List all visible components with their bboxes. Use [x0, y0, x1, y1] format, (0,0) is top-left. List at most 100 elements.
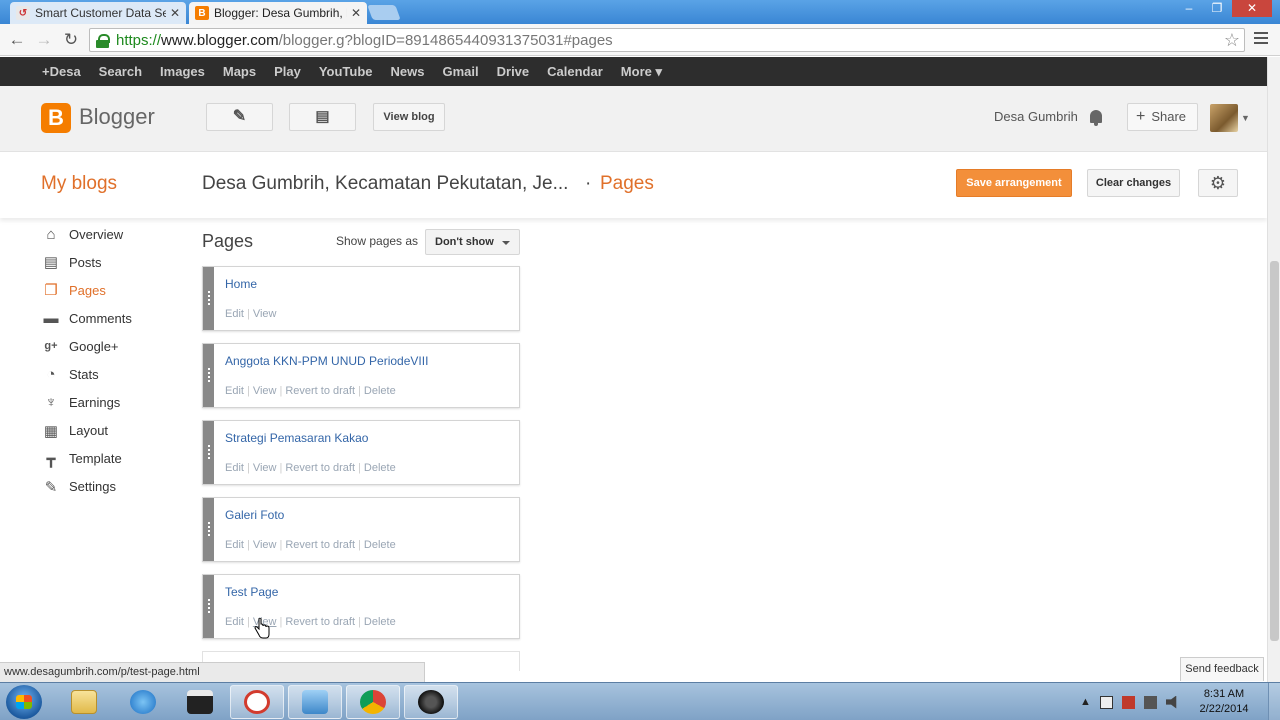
- new-post-button[interactable]: ✎: [206, 103, 273, 131]
- restore-button[interactable]: ❐: [1204, 0, 1230, 17]
- view-blog-button[interactable]: View blog: [373, 103, 445, 131]
- user-name[interactable]: Desa Gumbrih: [994, 109, 1078, 124]
- back-icon[interactable]: ←: [7, 30, 27, 50]
- view-link[interactable]: View: [253, 462, 277, 474]
- gbar-link-more[interactable]: More ▾: [621, 64, 662, 80]
- edit-link[interactable]: Edit: [225, 385, 244, 397]
- delete-link[interactable]: Delete: [364, 616, 396, 628]
- sidebar-item-earnings[interactable]: ♆ Earnings: [41, 389, 191, 417]
- drag-handle[interactable]: [203, 498, 214, 561]
- drag-handle[interactable]: [203, 344, 214, 407]
- gbar-link-maps[interactable]: Maps: [223, 64, 256, 79]
- bookmark-star-icon[interactable]: ☆: [1224, 29, 1240, 51]
- edit-link[interactable]: Edit: [225, 462, 244, 474]
- settings-gear-button[interactable]: ⚙: [1198, 169, 1238, 197]
- windows-start-icon[interactable]: [6, 685, 42, 719]
- sidebar-item-pages[interactable]: ❐ Pages: [41, 276, 191, 304]
- page-title-link[interactable]: Strategi Pemasaran Kakao: [225, 431, 368, 445]
- close-window-button[interactable]: ✕: [1232, 0, 1272, 17]
- gbar-link-gmail[interactable]: Gmail: [443, 64, 479, 79]
- edit-link[interactable]: Edit: [225, 539, 244, 551]
- delete-link[interactable]: Delete: [364, 539, 396, 551]
- browser-tab-blogger[interactable]: B Blogger: Desa Gumbrih, K ✕: [189, 2, 367, 24]
- drag-handle[interactable]: [203, 575, 214, 638]
- my-blogs-link[interactable]: My blogs: [41, 173, 117, 195]
- remote-desktop-icon[interactable]: [288, 685, 342, 719]
- sidebar-item-template[interactable]: ┳ Template: [41, 445, 191, 473]
- file-explorer-icon[interactable]: [57, 685, 111, 719]
- app-icon[interactable]: [230, 685, 284, 719]
- address-bar[interactable]: https:// www.blogger.com /blogger.g?blog…: [89, 28, 1245, 52]
- internet-explorer-icon[interactable]: [116, 685, 170, 719]
- page-card[interactable]: Strategi Pemasaran Kakao Edit | View | Rever…: [202, 420, 520, 485]
- gbar-link-calendar[interactable]: Calendar: [547, 64, 603, 79]
- flag-icon[interactable]: [1121, 695, 1135, 709]
- notification-bell-icon[interactable]: [1088, 109, 1104, 127]
- delete-link[interactable]: Delete: [364, 385, 396, 397]
- drag-handle[interactable]: [203, 421, 214, 484]
- chrome-icon[interactable]: [346, 685, 400, 719]
- gbar-link-youtube[interactable]: YouTube: [319, 64, 373, 79]
- blog-title[interactable]: Desa Gumbrih, Kecamatan Pekutatan, Je...: [202, 173, 568, 195]
- show-hidden-icons-icon[interactable]: ▲: [1080, 696, 1091, 708]
- network-icon[interactable]: [1143, 695, 1157, 709]
- clock[interactable]: 8:31 AM 2/22/2014: [1193, 687, 1255, 717]
- obs-icon[interactable]: [404, 685, 458, 719]
- page-title-link[interactable]: Galeri Foto: [225, 508, 284, 522]
- clear-changes-button[interactable]: Clear changes: [1087, 169, 1180, 197]
- page-card[interactable]: Test Page Edit | View | Revert to draft | Dele…: [202, 574, 520, 639]
- save-arrangement-button[interactable]: Save arrangement: [956, 169, 1072, 197]
- view-link[interactable]: View: [253, 385, 277, 397]
- new-tab-button[interactable]: [367, 5, 401, 20]
- page-title-link[interactable]: Home: [225, 277, 257, 291]
- show-pages-dropdown[interactable]: Don't show: [425, 229, 520, 255]
- sidebar-item-overview[interactable]: ⌂ Overview: [41, 220, 191, 248]
- revert-to-draft-link[interactable]: Revert to draft: [285, 539, 355, 551]
- tab-close-icon[interactable]: ✕: [170, 6, 180, 20]
- edit-link[interactable]: Edit: [225, 308, 244, 320]
- forward-icon[interactable]: →: [34, 30, 54, 50]
- sidebar-item-settings[interactable]: ✎ Settings: [41, 473, 191, 501]
- sidebar-item-posts[interactable]: ▤ Posts: [41, 248, 191, 276]
- gbar-link-news[interactable]: News: [391, 64, 425, 79]
- sidebar-item-stats[interactable]: ◔ Stats: [41, 360, 191, 388]
- share-button[interactable]: + Share: [1127, 103, 1198, 131]
- sidebar-item-layout[interactable]: ▦ Layout: [41, 417, 191, 445]
- reload-icon[interactable]: ↻: [61, 30, 81, 50]
- send-feedback-button[interactable]: Send feedback: [1180, 657, 1264, 681]
- gbar-link-images[interactable]: Images: [160, 64, 205, 79]
- page-card[interactable]: Home Edit | View: [202, 266, 520, 331]
- blogger-logo-icon[interactable]: [41, 103, 71, 133]
- view-link[interactable]: View: [253, 308, 277, 320]
- browser-tab-smart-customer[interactable]: ↺ Smart Customer Data Servi ✕: [10, 2, 186, 24]
- page-title-link[interactable]: Anggota KKN-PPM UNUD PeriodeVIII: [225, 354, 428, 368]
- revert-to-draft-link[interactable]: Revert to draft: [285, 385, 355, 397]
- sidebar-item-google-plus[interactable]: g+ Google+: [41, 332, 191, 360]
- gbar-link-profile[interactable]: +Desa: [42, 64, 81, 79]
- page-card[interactable]: Galeri Foto Edit | View | Revert to draft | De…: [202, 497, 520, 562]
- delete-link[interactable]: Delete: [364, 462, 396, 474]
- page-title-link[interactable]: Test Page: [225, 585, 278, 599]
- chevron-down-icon[interactable]: ▼: [1241, 113, 1250, 123]
- sidebar-item-comments[interactable]: ▬ Comments: [41, 304, 191, 332]
- gbar-link-drive[interactable]: Drive: [497, 64, 530, 79]
- page-card[interactable]: Anggota KKN-PPM UNUD PeriodeVIII Edit | Vi…: [202, 343, 520, 408]
- avatar[interactable]: [1210, 104, 1238, 132]
- gbar-link-search[interactable]: Search: [99, 64, 142, 79]
- edit-link[interactable]: Edit: [225, 616, 244, 628]
- drag-handle[interactable]: [203, 267, 214, 330]
- posts-list-button[interactable]: ▤: [289, 103, 356, 131]
- show-desktop-button[interactable]: [1268, 683, 1280, 720]
- brand-name[interactable]: Blogger: [79, 104, 155, 130]
- revert-to-draft-link[interactable]: Revert to draft: [285, 616, 355, 628]
- browser-menu-icon[interactable]: [1254, 32, 1268, 48]
- vertical-scrollbar[interactable]: [1267, 57, 1280, 682]
- video-editor-icon[interactable]: [173, 685, 227, 719]
- view-link[interactable]: View: [253, 539, 277, 551]
- gbar-link-play[interactable]: Play: [274, 64, 301, 79]
- minimize-button[interactable]: –: [1176, 0, 1202, 17]
- battery-icon[interactable]: [1099, 695, 1113, 709]
- scrollbar-thumb[interactable]: [1270, 261, 1279, 641]
- volume-icon[interactable]: [1165, 695, 1177, 709]
- revert-to-draft-link[interactable]: Revert to draft: [285, 462, 355, 474]
